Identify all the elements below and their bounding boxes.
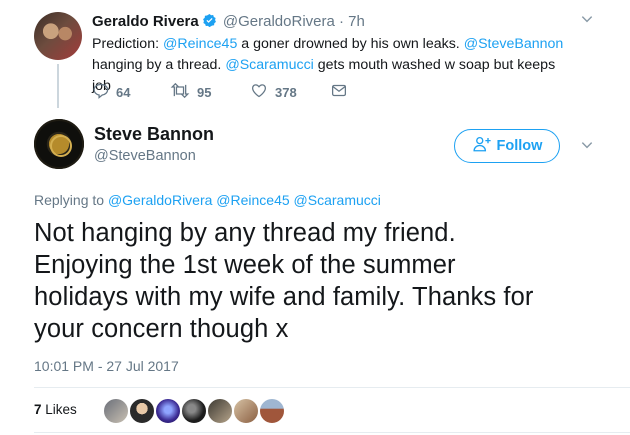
parent-author-handle[interactable]: @GeraldoRivera (223, 13, 335, 30)
likes-label: Likes (45, 402, 77, 417)
reply-count: 64 (116, 84, 131, 100)
liker-avatar[interactable] (102, 397, 130, 425)
parent-tweet-time[interactable]: 7h (348, 13, 365, 30)
mention-stevebannon[interactable]: @SteveBannon (464, 36, 564, 52)
follow-button[interactable]: Follow (454, 129, 560, 163)
liker-avatar[interactable] (180, 397, 208, 425)
reply-icon (92, 82, 109, 102)
likes-count: 7 (34, 402, 42, 417)
like-count: 378 (275, 84, 297, 100)
parent-text-part-3: hanging by a thread. (92, 57, 226, 73)
replying-to-prefix: Replying to (34, 192, 108, 208)
retweet-button[interactable]: 95 (170, 82, 211, 102)
mention-reince45[interactable]: @Reince45 (163, 36, 237, 52)
replying-to-mentions[interactable]: @GeraldoRivera @Reince45 @Scaramucci (108, 192, 381, 208)
geraldo-avatar[interactable] (34, 12, 82, 60)
liker-avatar[interactable] (232, 397, 260, 425)
liker-avatar[interactable] (258, 397, 286, 425)
likes-summary[interactable]: 7 Likes (34, 402, 77, 417)
follow-button-label: Follow (496, 138, 543, 154)
chevron-down-icon[interactable] (580, 12, 594, 31)
main-chevron-down-icon[interactable] (580, 138, 594, 157)
retweet-icon (170, 82, 190, 102)
bannon-avatar[interactable] (34, 119, 84, 169)
direct-message-button[interactable] (330, 82, 348, 102)
parent-text-part-2: a goner drowned by his own leaks. (237, 36, 464, 52)
follow-person-plus-icon (472, 135, 497, 157)
parent-text-prefix: Prediction: (92, 36, 163, 52)
tweet-timestamp[interactable]: 10:01 PM - 27 Jul 2017 (34, 358, 179, 374)
verified-badge-icon (202, 13, 217, 34)
main-author-handle[interactable]: @SteveBannon (94, 148, 196, 164)
parent-tweet-header: Geraldo Rivera @GeraldoRivera · 7h (92, 12, 365, 34)
retweet-count: 95 (197, 84, 212, 100)
liker-avatar[interactable] (206, 397, 234, 425)
like-icon (250, 82, 268, 102)
main-author-name[interactable]: Steve Bannon (94, 124, 214, 145)
divider-top (34, 387, 630, 388)
like-button[interactable]: 378 (250, 82, 297, 102)
parent-author-name[interactable]: Geraldo Rivera (92, 13, 199, 30)
replying-to-line: Replying to @GeraldoRivera @Reince45 @Sc… (34, 192, 381, 208)
main-tweet-text: Not hanging by any thread my friend. Enj… (34, 219, 534, 343)
thread-connector-line (57, 64, 59, 108)
liker-avatar[interactable] (128, 397, 156, 425)
liker-avatar[interactable] (154, 397, 182, 425)
divider-bottom (34, 432, 630, 433)
time-separator: · (339, 13, 344, 30)
mention-scaramucci[interactable]: @Scaramucci (225, 57, 314, 73)
dm-envelope-icon (330, 82, 348, 102)
reply-button[interactable]: 64 (92, 82, 130, 102)
